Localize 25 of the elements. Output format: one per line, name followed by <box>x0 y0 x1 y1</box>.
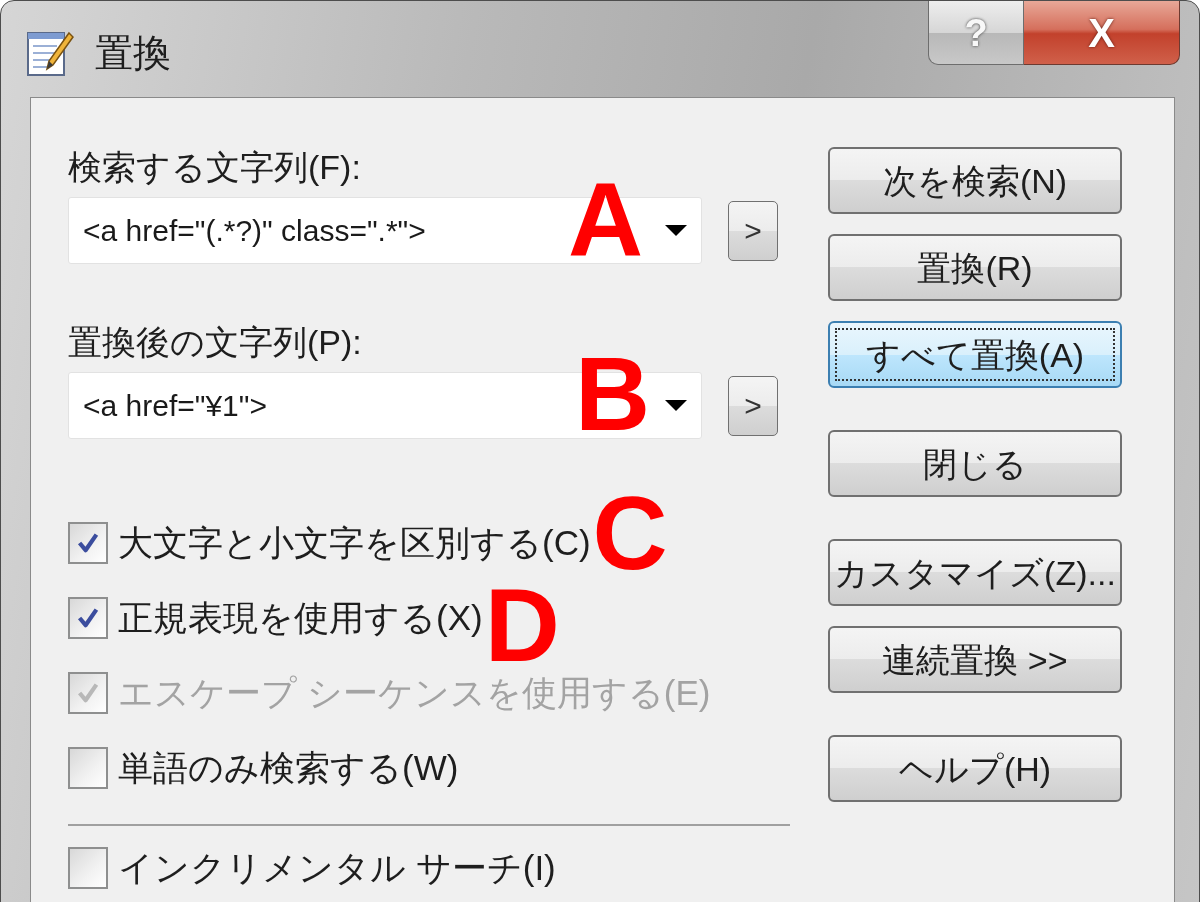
field-label: 置換後の文字列(P): <box>68 322 363 363</box>
history-button[interactable]: > <box>728 375 778 436</box>
checkbox-label: 正規表現を使用する(X) <box>118 597 483 637</box>
notepad-icon <box>25 29 75 77</box>
checkbox-label: 大文字と小文字を区別する(C) <box>118 522 591 562</box>
checkbox[interactable] <box>68 846 108 889</box>
field-label: 検索する文字列(F): <box>68 147 362 188</box>
dialog-button[interactable]: 連続置換 >> <box>828 626 1122 693</box>
dialog-button[interactable]: すべて置換(A) <box>828 321 1122 388</box>
dialog-button[interactable]: 閉じる <box>828 430 1122 497</box>
window-title: 置換 <box>95 31 171 75</box>
close-button[interactable]: X <box>1024 1 1180 65</box>
dialog-button[interactable]: カスタマイズ(Z)... <box>828 539 1122 606</box>
checkbox-label: 単語のみ検索する(W) <box>118 747 459 787</box>
checkbox[interactable] <box>68 746 108 789</box>
checkbox[interactable] <box>68 521 108 564</box>
checkbox[interactable] <box>68 596 108 639</box>
dialog-button[interactable]: 次を検索(N) <box>828 147 1122 214</box>
dialog-button[interactable]: 置換(R) <box>828 234 1122 301</box>
annotation-letter: C <box>592 480 668 585</box>
history-button[interactable]: > <box>728 200 778 261</box>
dialog-button[interactable]: ヘルプ(H) <box>828 735 1122 802</box>
checkbox-label: インクリメンタル サーチ(I) <box>118 847 556 887</box>
caret-icon <box>665 400 687 411</box>
caret-icon <box>665 225 687 236</box>
